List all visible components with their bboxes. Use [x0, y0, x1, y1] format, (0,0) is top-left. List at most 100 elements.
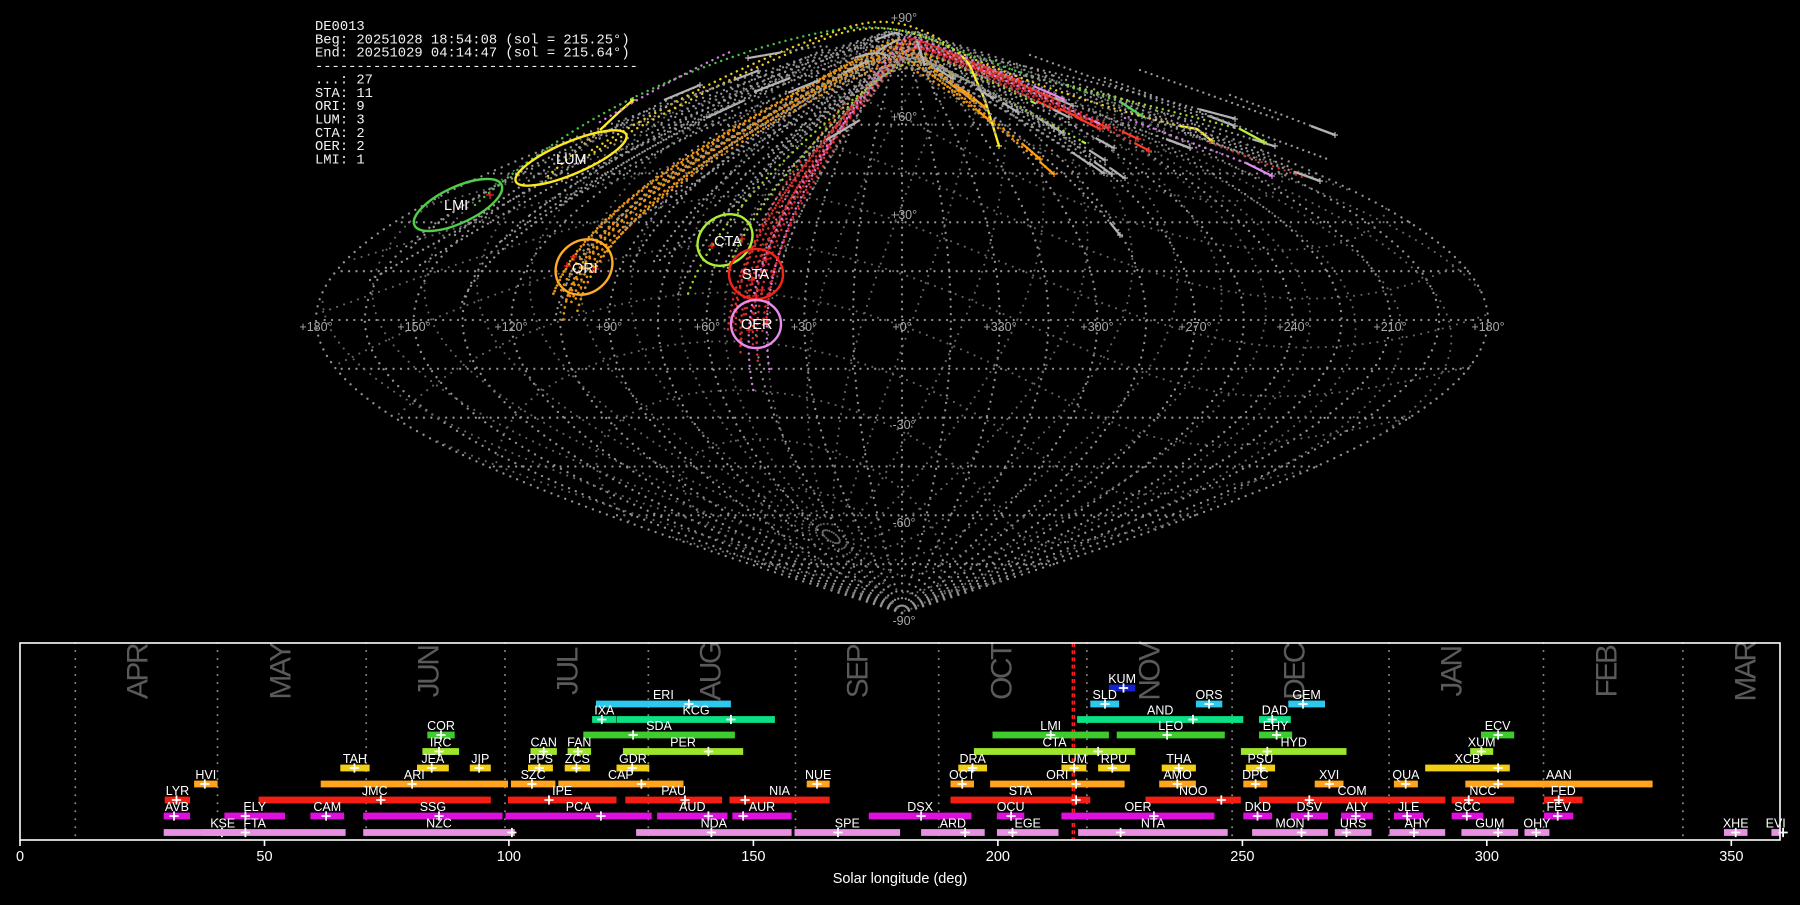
svg-text:AHY: AHY [1405, 817, 1431, 831]
svg-text:ELY: ELY [243, 800, 266, 814]
svg-text:PER: PER [670, 736, 696, 750]
svg-text:LUM: LUM [1061, 752, 1087, 766]
svg-text:ECV: ECV [1485, 719, 1511, 733]
svg-text:OCU: OCU [997, 800, 1025, 814]
svg-text:EGE: EGE [1014, 817, 1040, 831]
svg-text:ARD: ARD [940, 817, 966, 831]
svg-text:0: 0 [16, 849, 24, 865]
svg-text:JIP: JIP [471, 752, 489, 766]
svg-text:CTA: CTA [1043, 736, 1068, 750]
svg-text:COR: COR [427, 719, 455, 733]
svg-text:SCC: SCC [1454, 800, 1480, 814]
svg-text:ORI: ORI [572, 261, 598, 277]
svg-text:JUL: JUL [552, 647, 585, 695]
svg-text:MAY: MAY [265, 642, 298, 700]
svg-text:Solar longitude (deg): Solar longitude (deg) [833, 871, 968, 887]
svg-text:NUE: NUE [805, 768, 831, 782]
svg-text:FED: FED [1551, 784, 1576, 798]
svg-text:PAU: PAU [661, 784, 686, 798]
svg-text:COM: COM [1338, 784, 1367, 798]
svg-text:+30°: +30° [891, 208, 917, 222]
svg-text:SSG: SSG [420, 800, 446, 814]
svg-text:IPE: IPE [552, 784, 572, 798]
svg-text:150: 150 [741, 849, 765, 865]
svg-text:XUM: XUM [1468, 736, 1496, 750]
svg-text:FAN: FAN [567, 736, 591, 750]
svg-text:ALY: ALY [1346, 800, 1369, 814]
svg-text:OER: OER [1124, 800, 1151, 814]
svg-text:-60°: -60° [892, 516, 915, 530]
svg-text:+60°: +60° [891, 110, 917, 124]
svg-text:50: 50 [256, 849, 272, 865]
svg-text:KUM: KUM [1108, 672, 1136, 686]
svg-text:DSV: DSV [1296, 800, 1322, 814]
svg-text:CTA: CTA [714, 234, 742, 250]
svg-text:APR: APR [122, 643, 155, 699]
svg-text:+90°: +90° [891, 11, 917, 25]
svg-text:-30°: -30° [892, 418, 915, 432]
svg-text:350: 350 [1719, 849, 1743, 865]
svg-text:LUM: LUM [556, 152, 587, 168]
svg-text:JUN: JUN [413, 646, 446, 698]
svg-text:+330°: +330° [983, 320, 1016, 334]
svg-text:STA: STA [1009, 784, 1033, 798]
svg-text:+120°: +120° [494, 320, 527, 334]
svg-text:EHY: EHY [1263, 719, 1289, 733]
svg-text:+300°: +300° [1080, 320, 1113, 334]
svg-text:LMI: 1: LMI: 1 [315, 154, 365, 169]
svg-text:PPS: PPS [528, 752, 553, 766]
svg-text:OCT: OCT [949, 768, 976, 782]
svg-text:LMI: LMI [1040, 719, 1061, 733]
svg-text:KCG: KCG [682, 704, 709, 718]
svg-text:QUA: QUA [1392, 768, 1420, 782]
svg-text:NZC: NZC [426, 817, 452, 831]
svg-text:SZC: SZC [521, 768, 546, 782]
svg-text:XCB: XCB [1455, 752, 1481, 766]
svg-text:NDA: NDA [701, 817, 728, 831]
svg-text:KSE: KSE [210, 817, 235, 831]
svg-text:AUR: AUR [749, 800, 775, 814]
svg-text:IRC: IRC [430, 736, 452, 750]
svg-text:AUG: AUG [695, 642, 728, 701]
svg-text:AAN: AAN [1546, 768, 1572, 782]
svg-text:CAP: CAP [608, 768, 634, 782]
svg-text:+90°: +90° [596, 320, 622, 334]
svg-text:+180°: +180° [1471, 320, 1504, 334]
svg-text:JEA: JEA [421, 752, 445, 766]
svg-text:250: 250 [1230, 849, 1254, 865]
svg-text:PCA: PCA [566, 800, 592, 814]
svg-text:SEP: SEP [842, 644, 875, 698]
svg-text:URS: URS [1340, 817, 1366, 831]
svg-text:AMO: AMO [1163, 768, 1192, 782]
svg-text:+180°: +180° [299, 320, 332, 334]
svg-text:XHE: XHE [1723, 817, 1749, 831]
svg-text:AND: AND [1147, 704, 1173, 718]
svg-text:JMC: JMC [362, 784, 388, 798]
svg-text:GUM: GUM [1475, 817, 1504, 831]
svg-text:DSX: DSX [907, 800, 933, 814]
svg-text:NOV: NOV [1134, 641, 1167, 701]
svg-text:GDR: GDR [619, 752, 647, 766]
svg-text:FEV: FEV [1547, 800, 1572, 814]
svg-text:DAD: DAD [1262, 704, 1288, 718]
svg-text:OER: OER [741, 317, 772, 333]
svg-text:MON: MON [1275, 817, 1304, 831]
svg-text:+0°: +0° [892, 320, 911, 334]
svg-text:300: 300 [1475, 849, 1499, 865]
svg-text:100: 100 [497, 849, 521, 865]
svg-text:LEO: LEO [1158, 719, 1183, 733]
svg-text:AUD: AUD [679, 800, 705, 814]
svg-text:ZCS: ZCS [565, 752, 590, 766]
svg-text:MAR: MAR [1730, 641, 1763, 702]
svg-text:FEB: FEB [1591, 645, 1624, 697]
svg-text:AVB: AVB [165, 800, 189, 814]
svg-text:NCC: NCC [1469, 784, 1496, 798]
svg-text:NOO: NOO [1179, 784, 1208, 798]
svg-text:LMI: LMI [444, 198, 468, 214]
svg-text:SLD: SLD [1093, 688, 1117, 702]
svg-text:GEM: GEM [1292, 688, 1320, 702]
svg-text:JLE: JLE [1398, 800, 1420, 814]
svg-text:IXA: IXA [594, 704, 615, 718]
svg-text:+60°: +60° [694, 320, 720, 334]
svg-text:SDA: SDA [646, 719, 672, 733]
